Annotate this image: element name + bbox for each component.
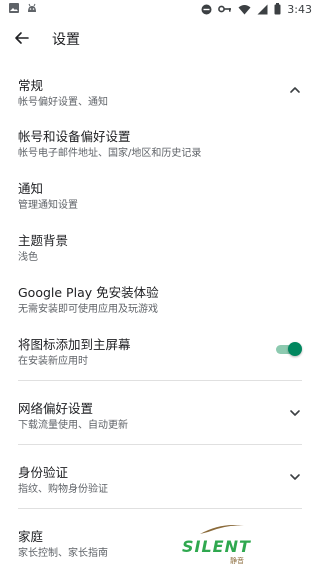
- add-icon-toggle[interactable]: [276, 342, 302, 356]
- setting-theme[interactable]: 主题背景 浅色: [0, 222, 320, 268]
- svg-text:SILENT: SILENT: [182, 537, 251, 556]
- setting-add-icon-home[interactable]: 将图标添加到主屏幕 在安装新应用时: [0, 326, 320, 372]
- setting-title: 将图标添加到主屏幕: [18, 337, 131, 352]
- setting-subtitle: 帐号偏好设置、通知: [18, 97, 108, 108]
- setting-subtitle: 浅色: [18, 252, 38, 263]
- divider: [18, 444, 302, 445]
- setting-title: 通知: [18, 181, 44, 196]
- chevron-down-icon[interactable]: [288, 405, 302, 419]
- chevron-down-icon[interactable]: [288, 469, 302, 483]
- setting-network[interactable]: 网络偏好设置 下载流量使用、自动更新: [0, 390, 320, 436]
- svg-text:静音: 静音: [230, 556, 244, 565]
- setting-subtitle: 帐号电子邮件地址、国家/地区和历史记录: [18, 148, 202, 159]
- chevron-up-icon[interactable]: [288, 82, 302, 96]
- setting-title: 常规: [18, 78, 44, 93]
- back-arrow-icon[interactable]: [12, 28, 32, 48]
- wifi-icon: [238, 4, 251, 15]
- cellular-signal-icon: [257, 4, 268, 15]
- setting-title: 网络偏好设置: [18, 401, 94, 416]
- setting-title: 家庭: [18, 529, 44, 544]
- setting-subtitle: 指纹、购物身份验证: [18, 484, 108, 495]
- setting-account-device[interactable]: 帐号和设备偏好设置 帐号电子邮件地址、国家/地区和历史记录: [0, 118, 320, 164]
- setting-notifications[interactable]: 通知 管理通知设置: [0, 170, 320, 216]
- android-notification-icon: [26, 2, 38, 17]
- setting-subtitle: 下载流量使用、自动更新: [18, 420, 128, 431]
- setting-authentication[interactable]: 身份验证 指纹、购物身份验证: [0, 454, 320, 500]
- setting-general[interactable]: 常规 帐号偏好设置、通知: [0, 66, 320, 112]
- app-bar: 设置: [0, 22, 320, 54]
- setting-subtitle: 家长控制、家长指南: [18, 548, 108, 559]
- setting-title: Google Play 免安装体验: [18, 285, 159, 300]
- page-title: 设置: [52, 32, 80, 48]
- battery-icon: [274, 3, 281, 15]
- do-not-disturb-icon: [201, 4, 212, 15]
- vpn-key-icon: [218, 4, 232, 14]
- setting-subtitle: 无需安装即可使用应用及玩游戏: [18, 304, 158, 315]
- clock: 3:43: [287, 2, 312, 16]
- setting-title: 主题背景: [18, 233, 69, 248]
- silent-watermark-logo: SILENT 静音: [178, 520, 264, 566]
- toggle-thumb: [288, 342, 302, 356]
- setting-subtitle: 管理通知设置: [18, 200, 78, 211]
- divider: [18, 380, 302, 381]
- divider: [18, 508, 302, 509]
- setting-title: 帐号和设备偏好设置: [18, 129, 131, 144]
- status-bar: 3:43: [0, 0, 320, 18]
- setting-title: 身份验证: [18, 465, 69, 480]
- setting-family[interactable]: 家庭 家长控制、家长指南: [0, 518, 320, 564]
- setting-subtitle: 在安装新应用时: [18, 356, 88, 367]
- image-notification-icon: [8, 2, 20, 17]
- setting-play-instant[interactable]: Google Play 免安装体验 无需安装即可使用应用及玩游戏: [0, 274, 320, 320]
